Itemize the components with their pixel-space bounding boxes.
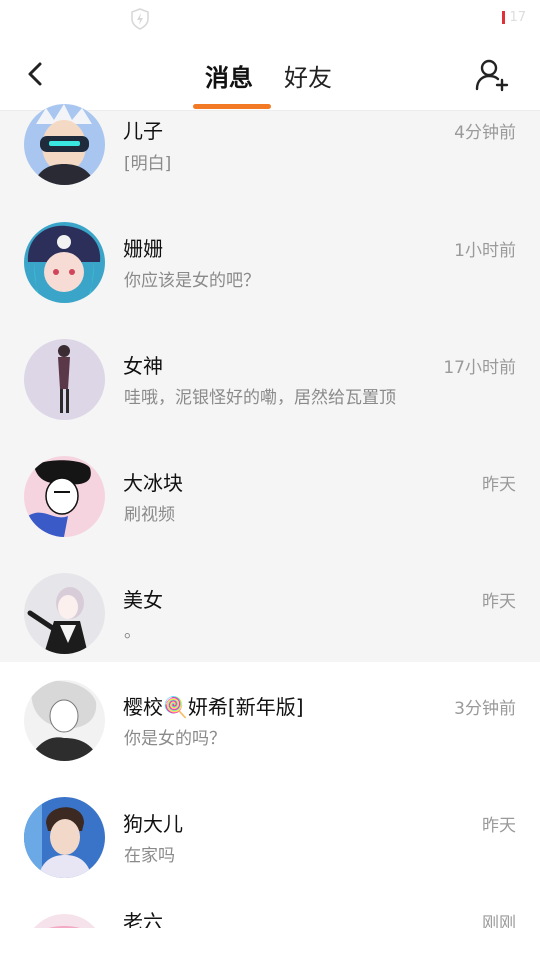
avatar (24, 914, 105, 928)
shield-bolt-icon (131, 8, 149, 30)
avatar (24, 573, 105, 654)
message-time: 刚刚 (482, 914, 516, 928)
avatar (24, 797, 105, 878)
conversation-row[interactable]: 老六 刚刚 (0, 896, 540, 928)
message-preview: 哇哦，泥银怪好的嘞，居然给瓦置顶 (124, 388, 396, 408)
status-bar: 17 (0, 0, 540, 38)
avatar (24, 680, 105, 761)
conversation-row[interactable]: 姗姗 1小时前 你应该是女的吧？ (0, 194, 540, 311)
contact-name: 美女 (123, 588, 163, 612)
header: 消息 好友 (0, 38, 540, 111)
avatar (24, 339, 105, 420)
message-time: 4分钟前 (454, 123, 516, 143)
avatar (24, 104, 105, 185)
conversation-row[interactable]: 女神 17小时前 哇哦，泥银怪好的嘞，居然给瓦置顶 (0, 311, 540, 428)
active-tab-indicator (193, 104, 271, 109)
message-time: 昨天 (482, 475, 516, 495)
message-preview: 刷视频 (124, 505, 175, 525)
message-preview: [明白] (124, 154, 172, 174)
conversation-row[interactable]: 大冰块 昨天 刷视频 (0, 428, 540, 545)
battery-text: 17 (509, 10, 526, 25)
conversation-row[interactable]: 美女 昨天 。 (0, 545, 540, 662)
avatar (24, 222, 105, 303)
add-friend-icon[interactable] (474, 56, 510, 92)
contact-name: 老六 (123, 910, 163, 928)
contact-name: 大冰块 (123, 471, 183, 495)
battery-indicator: 17 (502, 10, 526, 25)
contact-name: 樱校🍭妍希[新年版] (123, 695, 304, 719)
back-button[interactable] (20, 56, 52, 92)
message-time: 3分钟前 (454, 699, 516, 719)
contact-name: 狗大儿 (123, 812, 183, 836)
conversation-row[interactable]: 儿子 4分钟前 [明白] (0, 104, 540, 194)
message-time: 1小时前 (454, 241, 516, 261)
tab-messages[interactable]: 消息 (205, 58, 253, 93)
contact-name: 儿子 (123, 119, 163, 143)
message-preview: 。 (124, 622, 141, 642)
message-preview: 在家吗 (124, 846, 175, 866)
message-preview: 你是女的吗？ (124, 729, 226, 749)
message-time: 17小时前 (443, 358, 516, 378)
battery-level-icon (502, 11, 506, 24)
tab-friends[interactable]: 好友 (284, 58, 332, 93)
message-time: 昨天 (482, 816, 516, 836)
message-time: 昨天 (482, 592, 516, 612)
avatar (24, 456, 105, 537)
message-preview: 你应该是女的吧？ (124, 271, 260, 291)
conversation-row[interactable]: 狗大儿 昨天 在家吗 (0, 779, 540, 896)
conversation-row[interactable]: 樱校🍭妍希[新年版] 3分钟前 你是女的吗？ (0, 662, 540, 779)
conversation-list: 儿子 4分钟前 [明白] 姗姗 1小时前 你应该是女的吧？ 女神 17小时前 哇… (0, 104, 540, 928)
contact-name: 女神 (123, 354, 163, 378)
contact-name: 姗姗 (123, 237, 163, 261)
